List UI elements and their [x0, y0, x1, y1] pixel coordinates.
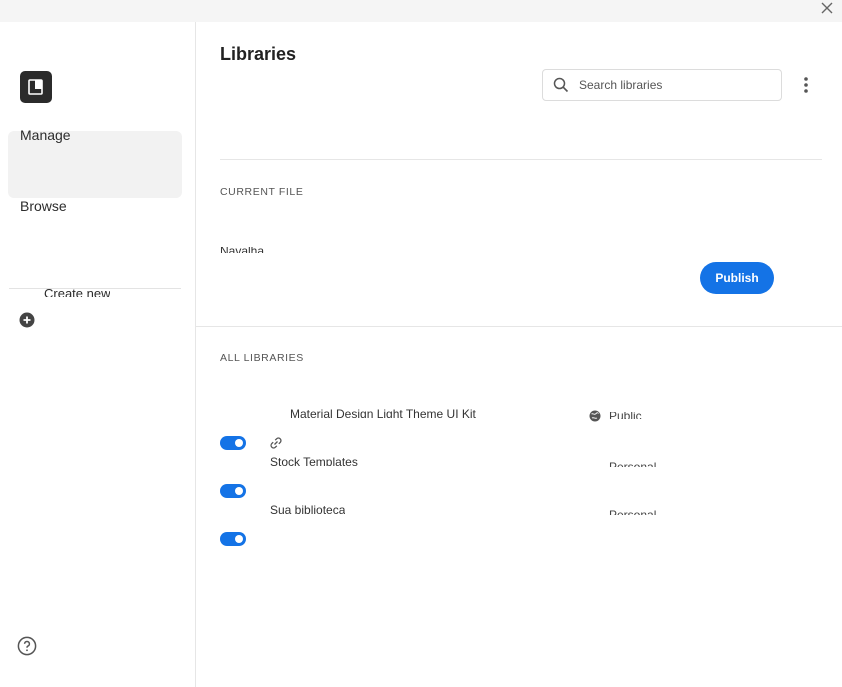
- globe-icon: [589, 410, 601, 422]
- library-status: Public: [609, 412, 642, 419]
- title-bar: [0, 0, 842, 22]
- all-libraries-heading: ALL LIBRARIES: [220, 352, 304, 364]
- library-name[interactable]: Stock Templates: [270, 455, 358, 466]
- library-logo-icon: [20, 71, 52, 103]
- library-name[interactable]: Sua biblioteca: [270, 503, 345, 514]
- main-panel: Libraries CURRENT FILE Navalha Publish A…: [196, 22, 842, 687]
- divider: [196, 326, 842, 327]
- sidebar-item-manage[interactable]: Manage: [20, 127, 71, 143]
- help-icon[interactable]: [17, 636, 37, 656]
- page-title: Libraries: [220, 44, 297, 64]
- search-input[interactable]: [579, 70, 769, 100]
- search-icon: [553, 77, 569, 93]
- library-name[interactable]: Material Design Light Theme UI Kit: [290, 407, 476, 418]
- link-icon[interactable]: [269, 436, 283, 450]
- close-icon: [821, 2, 833, 14]
- sidebar: Manage Browse Create new: [0, 22, 196, 687]
- search-box[interactable]: [542, 69, 782, 101]
- divider: [220, 159, 822, 160]
- close-button[interactable]: [816, 0, 838, 18]
- create-new-label[interactable]: Create new: [44, 286, 110, 297]
- library-status: Personal: [609, 508, 657, 515]
- publish-button[interactable]: Publish: [700, 262, 774, 294]
- current-file-name: Navalha: [220, 247, 264, 253]
- current-file-heading: CURRENT FILE: [220, 186, 304, 198]
- library-toggle[interactable]: [220, 436, 246, 450]
- library-status: Personal: [609, 460, 657, 467]
- sidebar-item-browse[interactable]: Browse: [20, 198, 67, 214]
- plus-circle-icon[interactable]: [19, 312, 35, 328]
- library-toggle[interactable]: [220, 484, 246, 498]
- library-toggle[interactable]: [220, 532, 246, 546]
- more-vertical-icon[interactable]: [798, 75, 814, 95]
